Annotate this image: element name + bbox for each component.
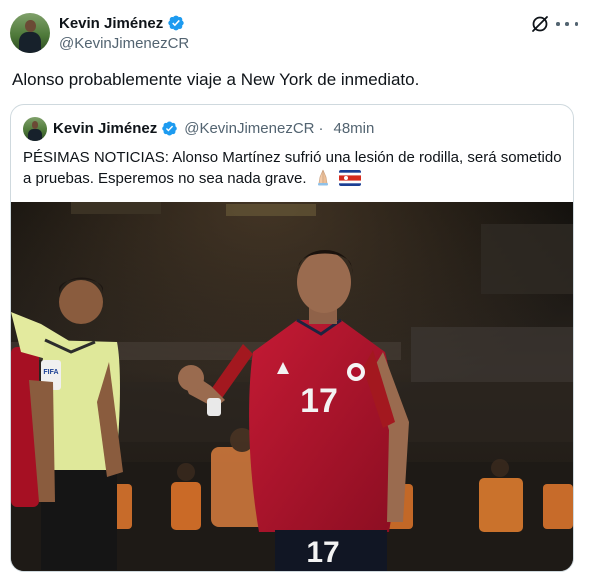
quoted-photo[interactable]: FIFA 17 17	[11, 202, 573, 571]
referee-badge-text: FIFA	[43, 369, 58, 376]
shorts-number: 17	[306, 536, 339, 569]
author-handle[interactable]: @KevinJimenezCR	[59, 35, 189, 52]
praying-hands-emoji	[317, 169, 328, 186]
quoted-author-handle: @KevinJimenezCR	[184, 120, 315, 137]
more-icon[interactable]	[556, 13, 578, 35]
avatar-body	[18, 32, 42, 53]
quoted-text-block: PÉSIMAS NOTICIAS: Alonso Martínez sufrió…	[23, 147, 563, 189]
avatar-head	[25, 20, 36, 33]
jersey-number: 17	[300, 382, 338, 420]
quoted-author-avatar	[23, 117, 47, 141]
separator-dot: ·	[318, 120, 324, 137]
match-photo: FIFA 17 17	[11, 202, 573, 571]
verified-badge-icon	[162, 121, 177, 136]
quoted-timestamp: 48min	[333, 120, 375, 137]
quoted-post-card[interactable]: Kevin Jiménez @KevinJimenezCR · 48min PÉ…	[10, 104, 574, 572]
quoted-author-name: Kevin Jiménez	[53, 120, 158, 137]
quoted-author-row: Kevin Jiménez @KevinJimenezCR · 48min	[53, 120, 374, 137]
costa-rica-flag-emoji	[338, 170, 361, 186]
post-text: Alonso probablemente viaje a New York de…	[12, 70, 420, 89]
grok-icon[interactable]	[530, 14, 550, 34]
quoted-post-text: PÉSIMAS NOTICIAS: Alonso Martínez sufrió…	[23, 149, 562, 187]
author-avatar[interactable]	[10, 13, 50, 53]
verified-badge-icon	[168, 15, 184, 31]
author-name[interactable]: Kevin Jiménez	[59, 15, 163, 32]
author-name-row[interactable]: Kevin Jiménez	[59, 14, 185, 32]
